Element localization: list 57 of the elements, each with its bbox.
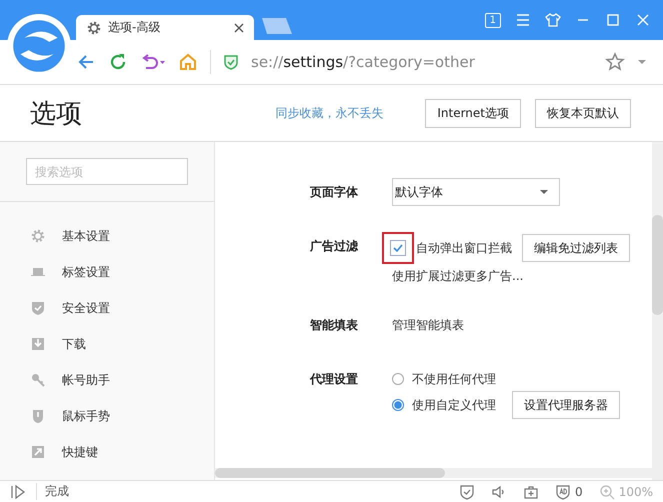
mouse-icon <box>30 408 46 424</box>
horizontal-scrollbar[interactable] <box>215 468 652 478</box>
caret-icon <box>539 189 549 195</box>
new-tab-button[interactable] <box>262 18 292 34</box>
sidebar-item[interactable]: 标签设置 <box>0 254 214 290</box>
ad-shield-icon <box>555 484 572 500</box>
sidebar-item[interactable]: 鼠标手势 <box>0 398 214 434</box>
header-button[interactable]: 恢复本页默认 <box>535 98 631 128</box>
page-title: 选项 <box>30 98 82 130</box>
edit-list-button[interactable]: 编辑免过滤列表 <box>522 234 630 262</box>
sidebar-item[interactable]: 基本设置 <box>0 218 214 254</box>
close-icon[interactable] <box>635 12 651 28</box>
shield-icon <box>30 300 46 316</box>
gear-icon <box>86 20 102 36</box>
status-text: 完成 <box>36 483 69 500</box>
browser-tab[interactable]: 选项-高级 <box>76 15 254 40</box>
gear-icon <box>30 228 46 244</box>
refresh-icon[interactable] <box>108 52 128 72</box>
checkbox-label: 自动弹出窗口拦截 <box>416 240 512 256</box>
key-icon <box>30 372 46 388</box>
address-field[interactable]: se://settings/?category=other <box>251 53 593 71</box>
download-icon <box>30 336 46 352</box>
sidebar-item[interactable]: 下载 <box>0 326 214 362</box>
sidebar-item[interactable]: 安全设置 <box>0 290 214 326</box>
extension-link[interactable]: 使用扩展过滤更多广告... <box>392 268 630 285</box>
checkbox[interactable] <box>390 240 406 256</box>
shirt-icon[interactable] <box>545 12 561 28</box>
check-icon <box>392 242 404 254</box>
radio-button[interactable] <box>392 373 404 385</box>
home-icon[interactable] <box>178 52 198 72</box>
setting-label: 智能填表 <box>310 317 359 334</box>
undo-icon[interactable] <box>140 52 166 72</box>
medkit-icon[interactable] <box>523 484 540 500</box>
zoom-in-icon <box>598 484 615 500</box>
radio-button[interactable] <box>392 399 404 411</box>
shield-icon[interactable] <box>459 484 476 500</box>
setting-label: 广告过滤 <box>310 238 359 255</box>
setting-label: 页面字体 <box>310 184 359 201</box>
radio-label: 使用自定义代理 <box>412 396 496 414</box>
manage-autofill-link[interactable]: 管理智能填表 <box>392 311 464 339</box>
maximize-icon[interactable] <box>605 12 621 28</box>
header-button[interactable]: Internet选项 <box>425 98 521 128</box>
ad-block-counter[interactable]: 0 <box>555 484 583 500</box>
radio-label: 不使用任何代理 <box>412 370 496 388</box>
font-dropdown[interactable]: 默认字体 <box>392 178 560 206</box>
shield-icon[interactable] <box>223 54 239 70</box>
vertical-scrollbar[interactable] <box>652 142 663 480</box>
setting-label: 代理设置 <box>310 371 359 388</box>
sidebar-item[interactable]: 帐号助手 <box>0 362 214 398</box>
proxy-server-button[interactable]: 设置代理服务器 <box>512 391 620 419</box>
close-icon[interactable] <box>234 22 244 32</box>
menu-icon[interactable] <box>515 12 531 28</box>
search-field[interactable]: 搜索选项 <box>26 158 188 185</box>
caret-icon[interactable] <box>637 59 647 65</box>
sidebar-item[interactable]: 快捷键 <box>0 434 214 470</box>
play-icon[interactable] <box>10 484 26 500</box>
star-icon[interactable] <box>605 52 625 72</box>
